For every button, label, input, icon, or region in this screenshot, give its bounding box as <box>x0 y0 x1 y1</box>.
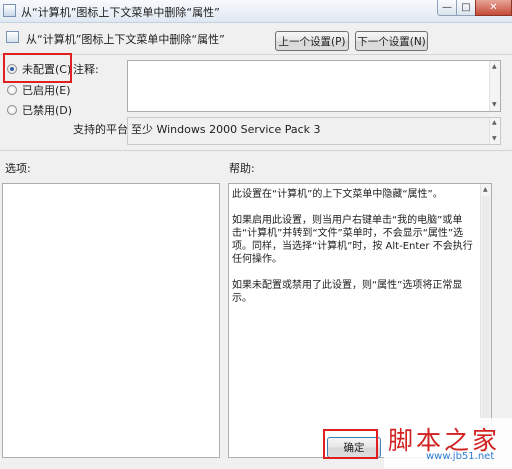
radio-disabled[interactable]: 已禁用(D) <box>7 102 72 118</box>
platform-value: 至少 Windows 2000 Service Pack 3 <box>131 123 321 136</box>
options-panel <box>2 183 220 458</box>
radio-button[interactable] <box>7 105 17 115</box>
highlight-box <box>3 53 72 83</box>
platform-label: 支持的平台: <box>73 123 132 136</box>
help-label: 帮助: <box>229 162 255 175</box>
scroll-thumb[interactable] <box>482 196 490 444</box>
scroll-up-icon[interactable]: ▲ <box>483 186 488 193</box>
close-button[interactable]: ✕ <box>475 0 512 16</box>
platform-scrollbar[interactable]: ▲ ▼ <box>489 118 500 144</box>
help-paragraph: 此设置在“计算机”的上下文菜单中隐藏“属性”。 <box>232 189 443 200</box>
radio-enabled[interactable]: 已启用(E) <box>7 82 71 98</box>
comment-scrollbar[interactable]: ▲ ▼ <box>489 61 500 111</box>
help-paragraph: 如果未配置或禁用了此设置，则“属性”选项将正常显示。 <box>232 280 463 304</box>
scroll-up-icon[interactable]: ▲ <box>492 119 497 126</box>
maximize-button[interactable]: □ <box>456 0 476 16</box>
options-label: 选项: <box>5 162 31 175</box>
help-scrollbar[interactable]: ▲ ▼ <box>480 184 491 457</box>
radio-label: 已禁用(D) <box>22 104 73 117</box>
policy-icon <box>6 31 19 43</box>
scroll-down-icon[interactable]: ▼ <box>492 101 497 108</box>
policy-icon <box>3 4 16 17</box>
help-paragraph: 如果启用此设置，则当用户右键单击“我的电脑”或单击“计算机”并转到“文件”菜单时… <box>232 215 473 265</box>
window-title: 从“计算机”图标上下文菜单中删除“属性” <box>21 6 220 19</box>
radio-label: 已启用(E) <box>22 84 71 97</box>
divider <box>0 54 512 55</box>
help-text: 此设置在“计算机”的上下文菜单中隐藏“属性”。 如果启用此设置，则当用户右键单击… <box>232 188 482 318</box>
divider <box>0 150 512 151</box>
highlight-box <box>323 429 378 459</box>
comment-input[interactable] <box>127 60 501 112</box>
radio-button[interactable] <box>7 85 17 95</box>
minimize-button[interactable]: — <box>437 0 457 16</box>
dialog-heading: 从“计算机”图标上下文菜单中删除“属性” <box>26 33 225 46</box>
next-setting-button[interactable]: 下一个设置(N) <box>355 31 428 51</box>
comment-label: 注释: <box>73 63 99 76</box>
previous-setting-button[interactable]: 上一个设置(P) <box>275 31 349 51</box>
watermark-url: www.jb51.net <box>426 451 495 462</box>
scroll-up-icon[interactable]: ▲ <box>492 63 497 70</box>
scroll-down-icon[interactable]: ▼ <box>492 135 497 142</box>
